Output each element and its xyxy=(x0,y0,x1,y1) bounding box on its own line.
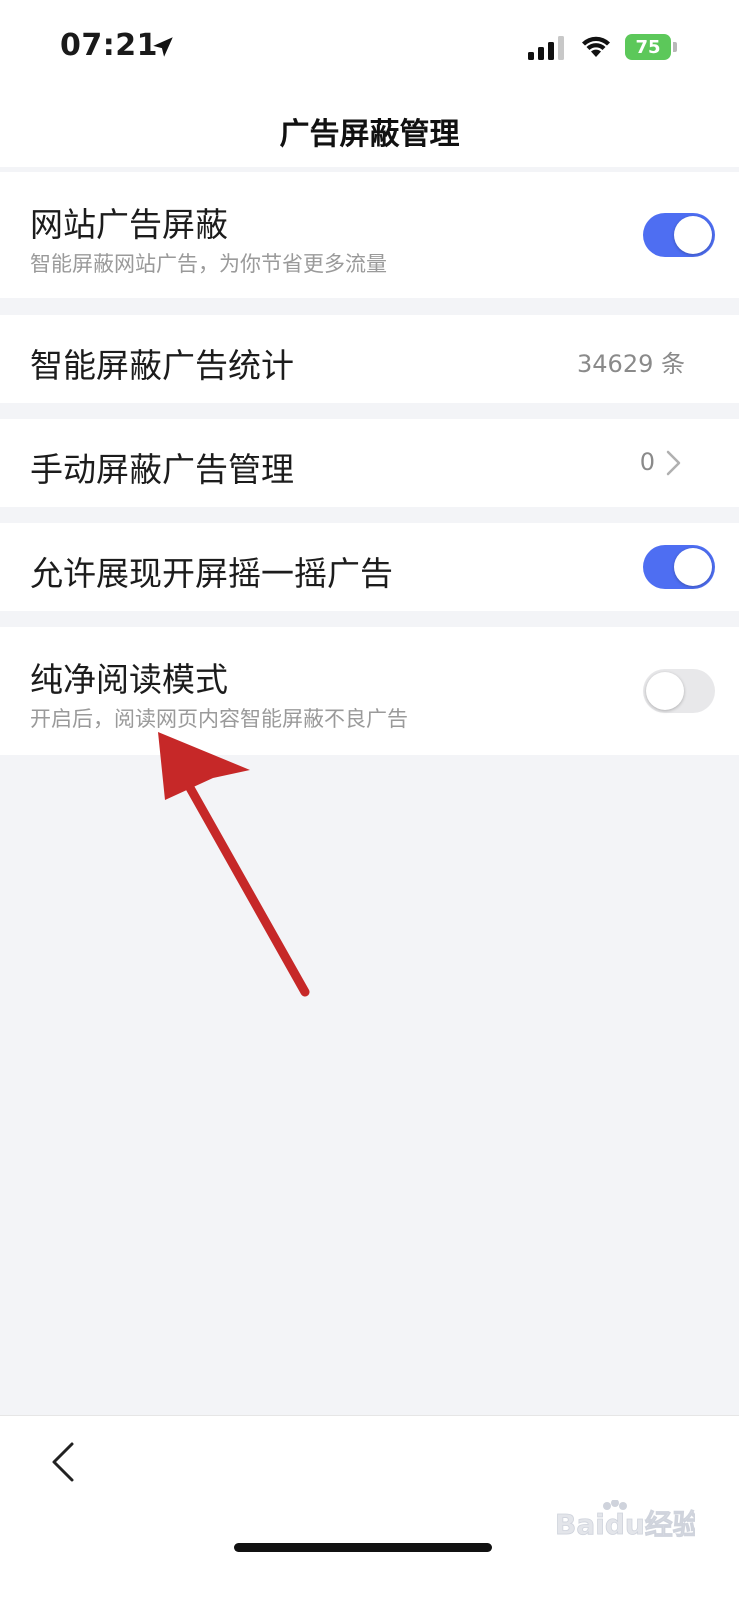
website-ad-block-toggle[interactable] xyxy=(643,213,715,257)
block-count-value: 34629 条 xyxy=(577,350,685,378)
setting-pure-reading[interactable]: 纯净阅读模式 开启后，阅读网页内容智能屏蔽不良广告 xyxy=(0,627,739,755)
setting-subtitle: 智能屏蔽网站广告，为你节省更多流量 xyxy=(30,252,387,276)
page-header: 广告屏蔽管理 xyxy=(0,95,739,167)
setting-manual-block[interactable]: 手动屏蔽广告管理 0 xyxy=(0,419,739,507)
toggle-knob xyxy=(674,548,712,586)
status-bar: 07:21 75 xyxy=(0,0,739,95)
manual-block-count: 0 xyxy=(639,448,655,476)
battery-level: 75 xyxy=(635,36,661,58)
setting-title: 允许展现开屏摇一摇广告 xyxy=(30,554,393,593)
chevron-right-icon xyxy=(666,450,681,476)
status-time: 07:21 xyxy=(60,28,158,63)
setting-title: 智能屏蔽广告统计 xyxy=(30,346,294,385)
back-arrow-icon[interactable] xyxy=(48,1440,80,1484)
setting-title: 网站广告屏蔽 xyxy=(30,205,228,244)
cellular-signal-icon xyxy=(528,36,564,60)
battery-charging-icon: 75 xyxy=(625,34,671,60)
toggle-knob xyxy=(674,216,712,254)
shake-ad-toggle[interactable] xyxy=(643,545,715,589)
setting-shake-ad[interactable]: 允许展现开屏摇一摇广告 xyxy=(0,523,739,611)
annotation-arrow-icon xyxy=(158,732,310,997)
location-arrow-icon xyxy=(153,37,173,57)
pure-reading-toggle[interactable] xyxy=(643,669,715,713)
wifi-icon xyxy=(582,36,610,57)
baidu-watermark-logo: Baidu经验 xyxy=(555,1500,695,1541)
toggle-knob xyxy=(646,672,684,710)
setting-title: 手动屏蔽广告管理 xyxy=(30,450,294,489)
page-title: 广告屏蔽管理 xyxy=(279,117,460,152)
battery-cap xyxy=(673,42,677,52)
home-indicator[interactable] xyxy=(234,1543,492,1552)
svg-text:Baidu经验: Baidu经验 xyxy=(555,1508,695,1541)
setting-title: 纯净阅读模式 xyxy=(30,660,228,699)
setting-website-ad-block[interactable]: 网站广告屏蔽 智能屏蔽网站广告，为你节省更多流量 xyxy=(0,172,739,298)
setting-smart-block-stats: 智能屏蔽广告统计 34629 条 xyxy=(0,315,739,403)
